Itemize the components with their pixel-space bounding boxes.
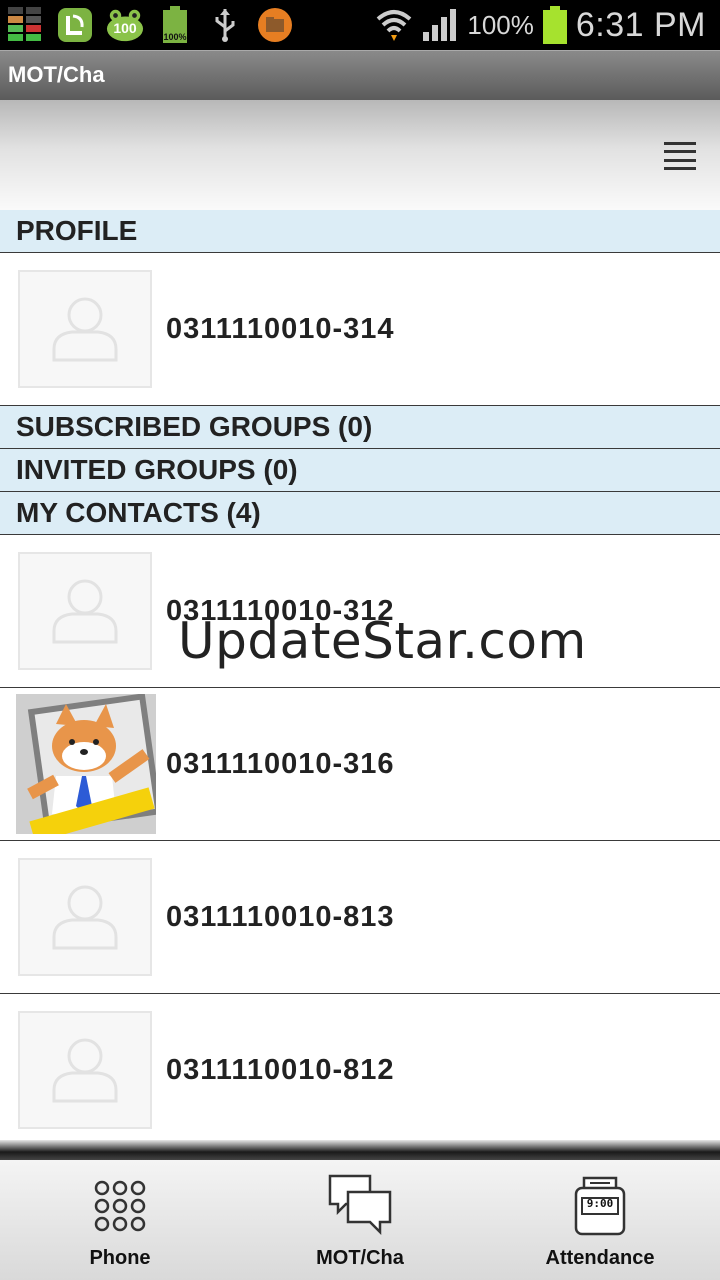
nav-motcha[interactable]: MOT/Cha [240,1160,480,1280]
action-bar [0,100,720,210]
avatar [18,858,152,976]
section-header-subscribed-groups[interactable]: SUBSCRIBED GROUPS (0) [0,406,720,449]
contact-row[interactable]: 0311110010-813 [0,841,720,994]
nav-phone[interactable]: Phone [0,1160,240,1280]
status-bar: 100 100% 100% 6:31 PM [0,0,720,50]
folder-app-icon [256,6,294,44]
shiba-dog-sticker-image [16,694,156,834]
avatar [18,552,152,670]
cell-signal-icon [421,6,459,44]
person-icon [52,885,118,950]
clock: 6:31 PM [575,5,706,44]
bottom-nav: Phone MOT/Cha 9:00 Attendance [0,1160,720,1280]
app-title: MOT/Cha [8,62,105,87]
dialpad-icon [93,1171,147,1241]
contact-row[interactable]: 0311110010-812 [0,994,720,1140]
nav-attendance[interactable]: 9:00 Attendance [480,1160,720,1280]
contact-name: 0311110010-813 [166,900,395,933]
section-header-my-contacts[interactable]: MY CONTACTS (4) [0,492,720,535]
bottom-divider [0,1140,720,1160]
contact-row[interactable]: 0311110010-312 [0,535,720,688]
clock-display: 9:00 [586,1197,614,1210]
section-title: MY CONTACTS (4) [16,497,261,528]
battery-widget-label: 100% [163,32,187,42]
usb-icon [206,6,244,44]
battery-icon [542,6,568,44]
line-app-icon [56,6,94,44]
person-icon [52,1038,118,1103]
section-header-profile: PROFILE [0,210,720,253]
notif-count: 100 [113,20,137,36]
notification-icons: 100 100% [0,0,294,50]
chat-bubbles-icon [328,1171,392,1241]
contact-name: 0311110010-812 [166,1053,395,1086]
wifi-icon [375,6,413,44]
contact-list[interactable]: PROFILE 0311110010-314 SUBSCRIBED GROUPS… [0,210,720,1140]
contact-name: 0311110010-312 [166,594,395,627]
section-title: INVITED GROUPS (0) [16,454,298,485]
person-icon [52,579,118,644]
person-icon [52,297,118,362]
frog-counter-icon: 100 [106,6,144,44]
nav-label: MOT/Cha [316,1247,404,1269]
section-title: PROFILE [16,215,138,246]
battery-percent: 100% [467,9,534,40]
section-header-invited-groups[interactable]: INVITED GROUPS (0) [0,449,720,492]
nav-label: Phone [89,1247,151,1269]
battery-widget-icon: 100% [156,6,194,44]
time-clock-icon: 9:00 [574,1171,626,1241]
profile-name: 0311110010-314 [166,312,395,345]
profile-row[interactable]: 0311110010-314 [0,253,720,406]
signal-meter-icon [6,6,44,44]
avatar [18,270,152,388]
section-title: SUBSCRIBED GROUPS (0) [16,411,373,442]
contact-row[interactable]: 0311110010-316 [0,688,720,841]
title-bar: MOT/Cha [0,50,720,100]
contact-name: 0311110010-316 [166,747,395,780]
avatar [18,1011,152,1129]
menu-icon[interactable] [664,142,696,170]
nav-label: Attendance [545,1247,655,1269]
avatar-photo [16,694,156,834]
